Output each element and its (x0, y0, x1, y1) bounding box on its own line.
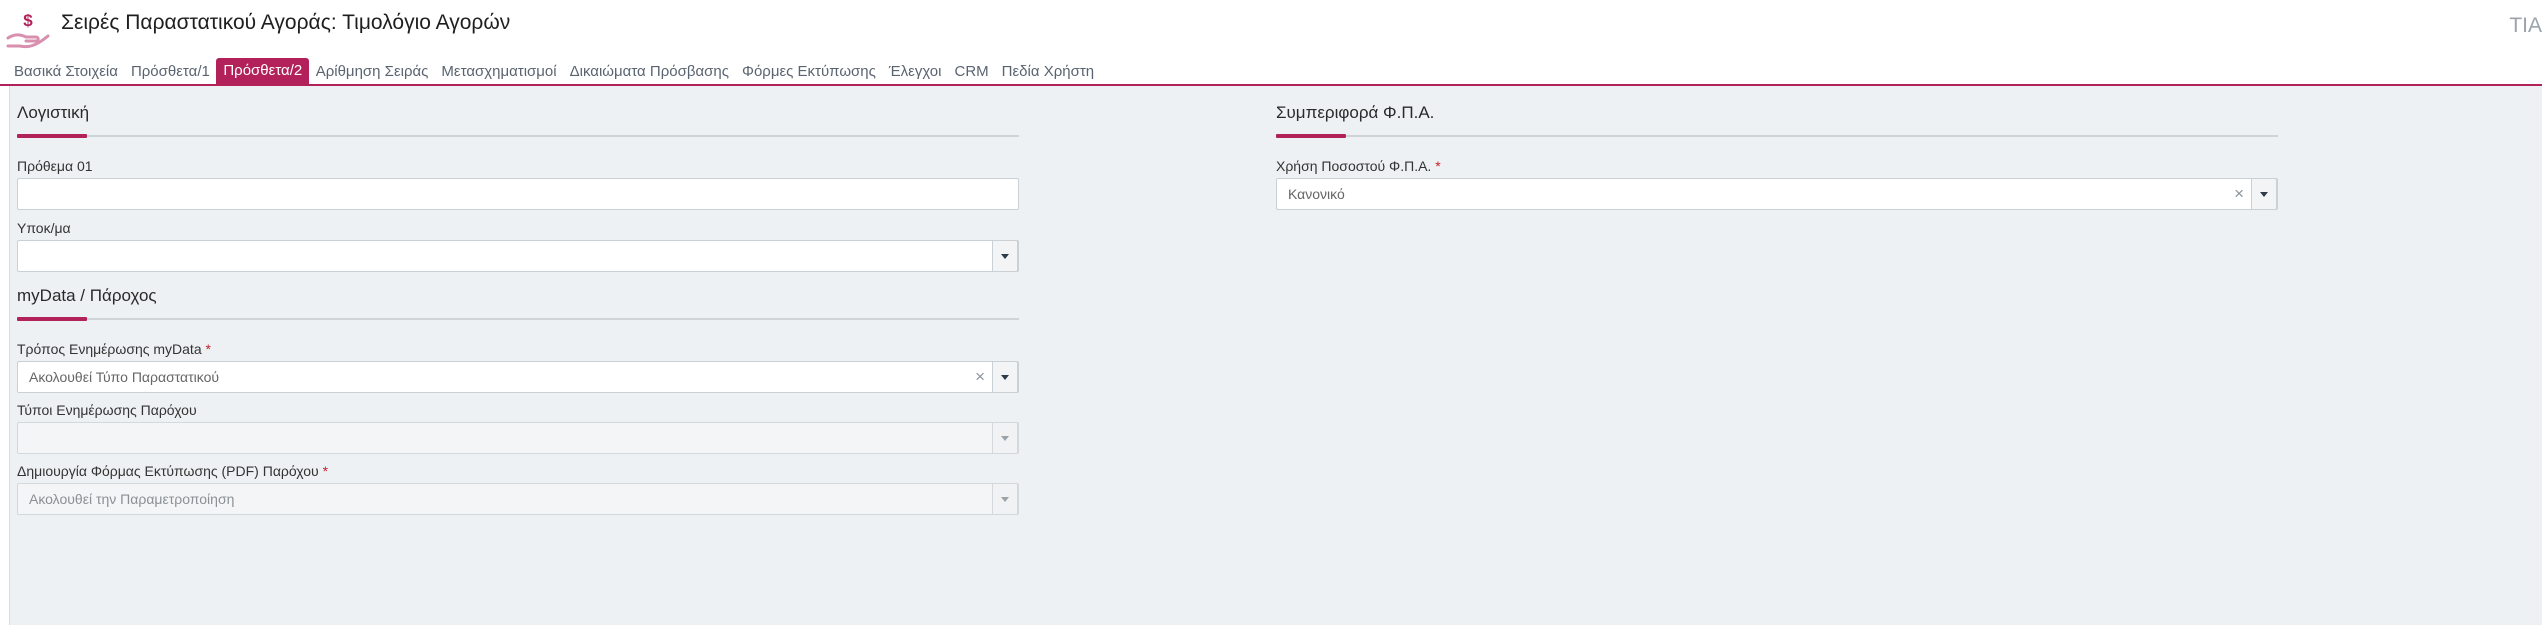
vat-rate-label: Χρήση Ποσοστού Φ.Π.Α. * (1276, 158, 1441, 174)
section-divider (1276, 134, 2278, 138)
tab-checks[interactable]: Έλεγχοι (882, 60, 948, 84)
tab-crm[interactable]: CRM (948, 60, 995, 84)
section-divider (17, 134, 1019, 138)
required-marker: * (1435, 158, 1441, 174)
page-title: Σειρές Παραστατικού Αγοράς: Τιμολόγιο Αγ… (61, 11, 511, 34)
mydata-update-mode-value: Ακολουθεί Τύπο Παραστατικού (29, 369, 220, 385)
vat-section: Συμπεριφορά Φ.Π.Α. Χρήση Ποσοστού Φ.Π.Α.… (1276, 101, 2278, 210)
provider-pdf-form-label: Δημιουργία Φόρμας Εκτύπωσης (PDF) Παρόχο… (17, 463, 329, 479)
mydata-update-mode-label: Τρόπος Ενημέρωσης myData * (17, 341, 211, 357)
subaccount-label: Υποκ/μα (17, 220, 71, 236)
provider-types-select[interactable] (17, 422, 1019, 454)
provider-pdf-form-dropdown-button[interactable] (992, 483, 1018, 515)
chevron-down-icon (1001, 374, 1009, 380)
provider-pdf-form-select[interactable]: Ακολουθεί την Παραμετροποίηση (17, 483, 1019, 515)
header-bar: $ Σειρές Παραστατικού Αγοράς: Τιμολόγιο … (0, 0, 2542, 84)
tab-underline (0, 84, 2542, 86)
tab-access-rights[interactable]: Δικαιώματα Πρόσβασης (563, 60, 735, 84)
provider-pdf-form-value: Ακολουθεί την Παραμετροποίηση (29, 491, 235, 507)
accounting-section: Λογιστική Πρόθεμα 01 Υποκ/μα (17, 101, 1019, 272)
vat-rate-select[interactable]: Κανονικό × (1276, 178, 2278, 210)
chevron-down-icon (1001, 435, 1009, 441)
series-code: ΤΙΑ (2509, 14, 2542, 37)
section-title-mydata: myData / Πάροχος (17, 286, 157, 305)
svg-text:$: $ (23, 11, 33, 30)
required-marker: * (322, 463, 329, 479)
vat-rate-dropdown-button[interactable] (2251, 178, 2277, 210)
mydata-section: myData / Πάροχος Τρόπος Ενημέρωσης myDat… (17, 284, 1019, 515)
left-rail (0, 86, 10, 625)
vat-rate-value: Κανονικό (1288, 186, 1345, 202)
tab-print-forms[interactable]: Φόρμες Εκτύπωσης (735, 60, 882, 84)
section-title-vat: Συμπεριφορά Φ.Π.Α. (1276, 103, 1435, 122)
tab-additional-2[interactable]: Πρόσθετα/2 (216, 58, 310, 84)
subaccount-select[interactable] (17, 240, 1019, 272)
hand-dollar-icon: $ (6, 11, 50, 49)
chevron-down-icon (1001, 496, 1009, 502)
tab-bar: Βασικά Στοιχεία Πρόσθετα/1 Πρόσθετα/2 Αρ… (10, 58, 1101, 84)
tab-transformations[interactable]: Μετασχηματισμοί (435, 60, 563, 84)
tab-additional-1[interactable]: Πρόσθετα/1 (124, 60, 216, 84)
chevron-down-icon (1001, 253, 1009, 259)
provider-types-label: Τύποι Ενημέρωσης Παρόχου (17, 402, 197, 418)
mydata-update-mode-dropdown-button[interactable] (992, 361, 1018, 393)
prefix-label: Πρόθεμα 01 (17, 158, 93, 174)
tab-basic-info[interactable]: Βασικά Στοιχεία (10, 60, 124, 84)
clear-icon[interactable]: × (975, 362, 985, 392)
mydata-update-mode-select[interactable]: Ακολουθεί Τύπο Παραστατικού × (17, 361, 1019, 393)
section-divider (17, 317, 1019, 321)
provider-types-dropdown-button[interactable] (992, 422, 1018, 454)
subaccount-dropdown-button[interactable] (992, 240, 1018, 272)
clear-icon[interactable]: × (2234, 179, 2244, 209)
required-marker: * (205, 341, 211, 357)
section-title-accounting: Λογιστική (17, 103, 90, 122)
chevron-down-icon (2260, 191, 2268, 197)
tab-user-fields[interactable]: Πεδία Χρήστη (995, 60, 1100, 84)
tab-series-numbering[interactable]: Αρίθμηση Σειράς (309, 60, 435, 84)
prefix-input[interactable] (17, 178, 1019, 210)
